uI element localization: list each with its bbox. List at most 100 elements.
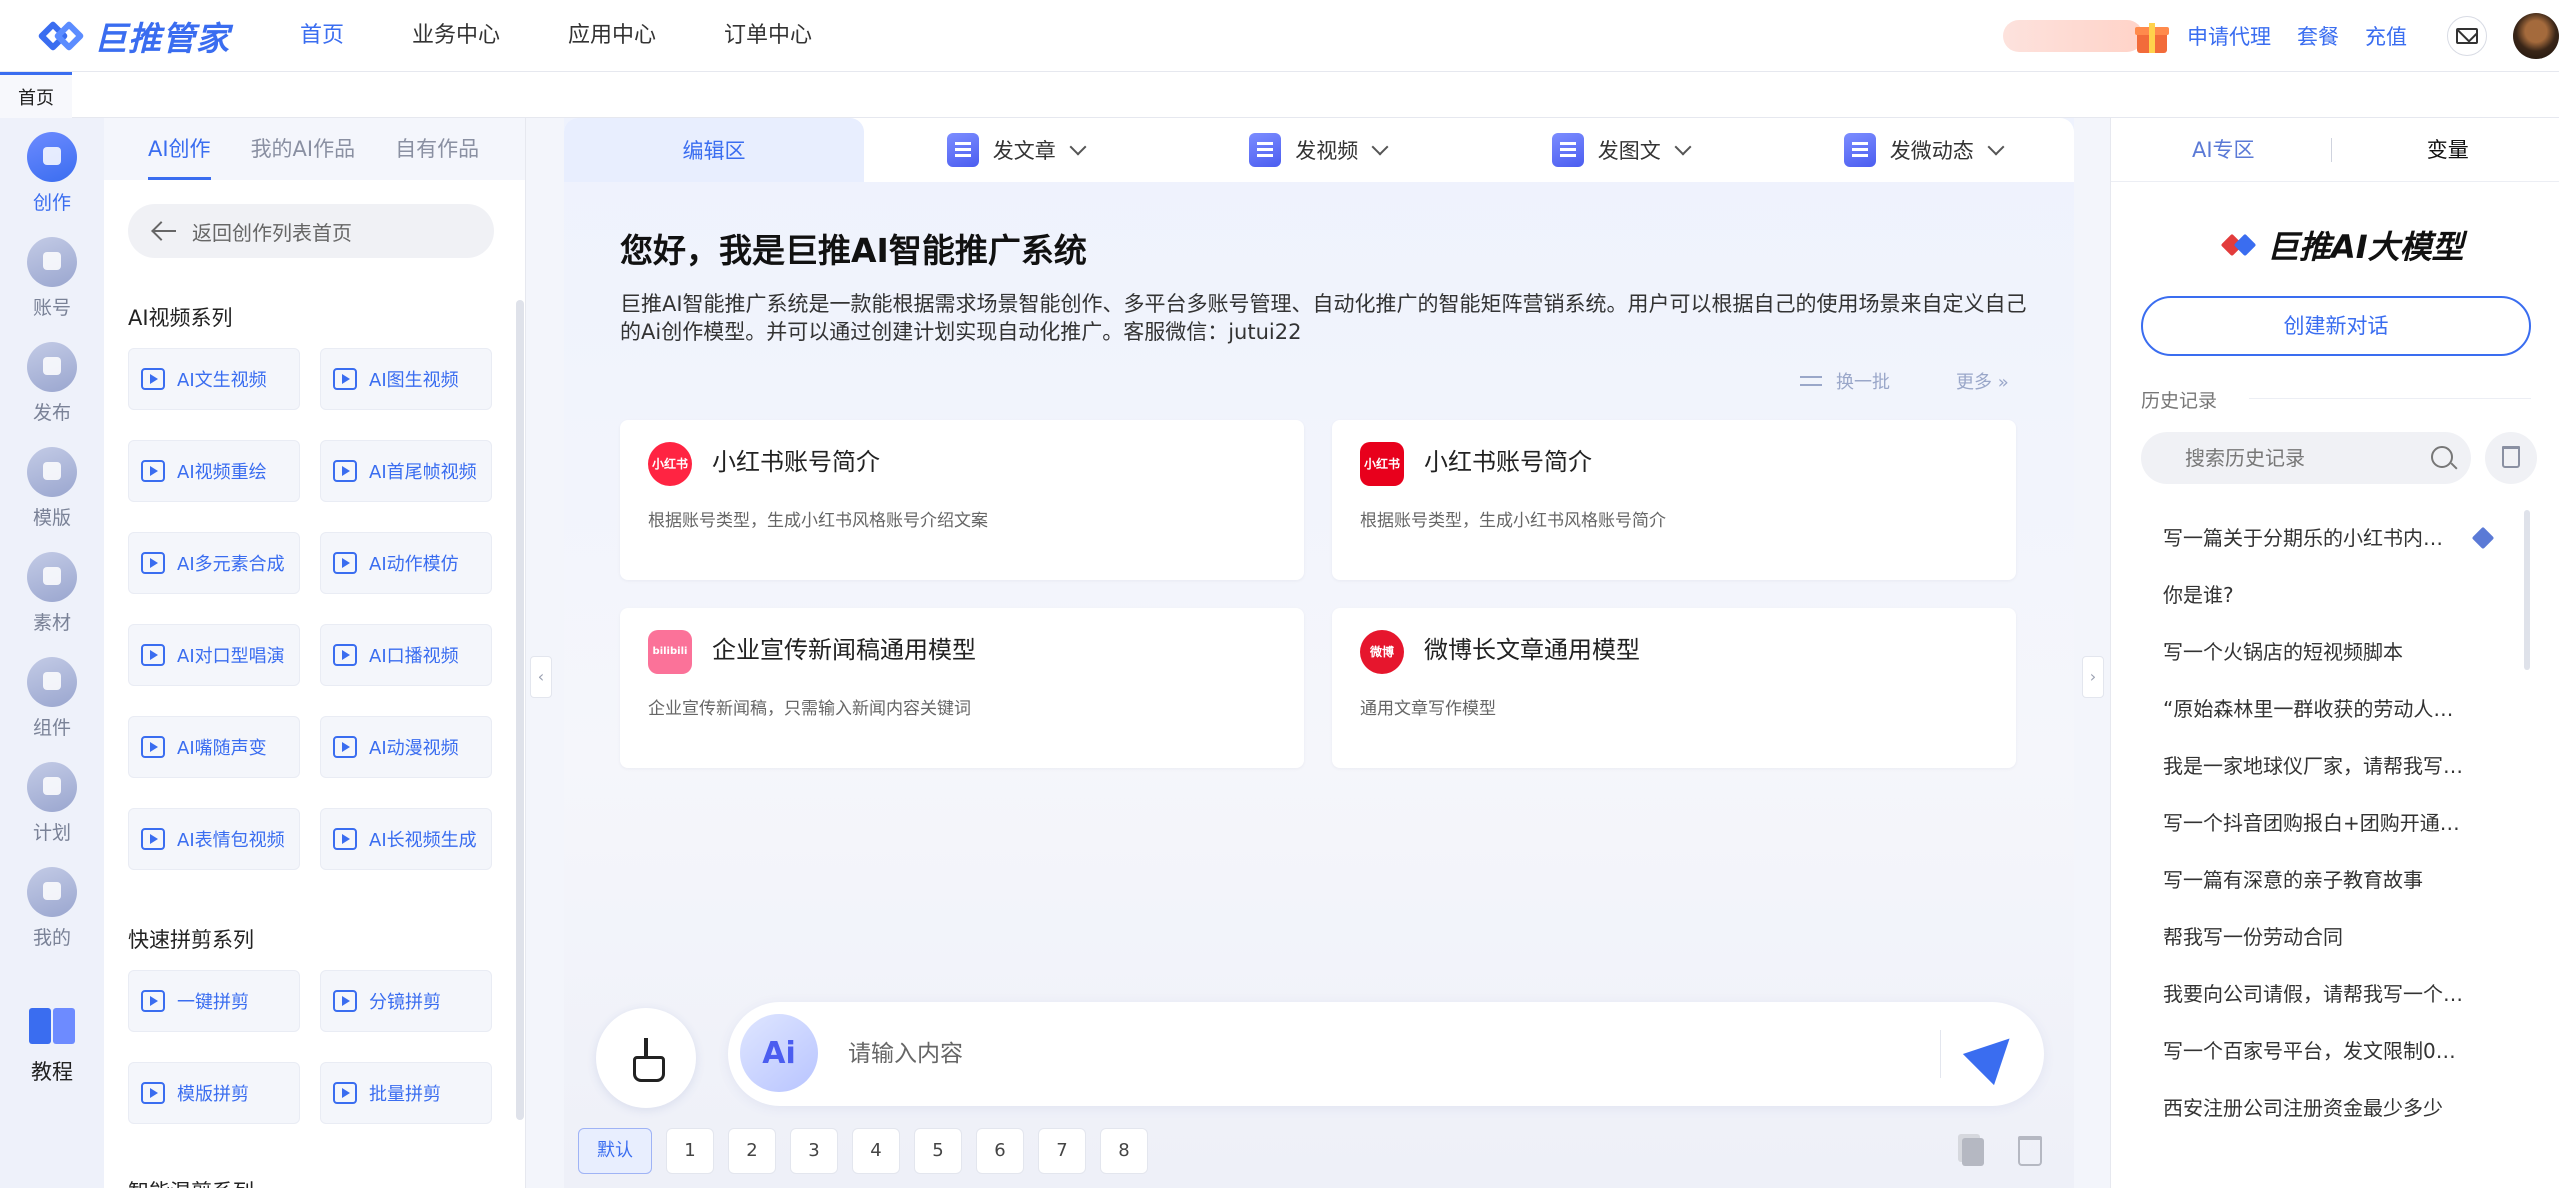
publish-micro-post-menu[interactable]: 发微动态: [1772, 118, 2075, 182]
model-card[interactable]: 微博 微博长文章通用模型 通用文章写作模型: [1332, 608, 2016, 768]
collapse-right-handle[interactable]: ›: [2082, 656, 2104, 698]
tab-my-ai-works[interactable]: 我的AI作品: [251, 118, 356, 180]
page-8[interactable]: 8: [1100, 1128, 1148, 1174]
rail-item-component[interactable]: 组件: [0, 643, 104, 743]
history-item[interactable]: 西安注册公司注册资金最少多少: [2111, 1080, 2531, 1137]
history-item[interactable]: “原始森林里一群收获的劳动人民…: [2111, 681, 2531, 738]
feature-storyboard-cut[interactable]: 分镜拼剪: [320, 970, 492, 1032]
history-item[interactable]: 帮我写一份劳动合同: [2111, 909, 2531, 966]
rail-item-create[interactable]: 创作: [0, 118, 104, 218]
page-7[interactable]: 7: [1038, 1128, 1086, 1174]
history-item[interactable]: 我是一家地球仪厂家，请帮我写三…: [2111, 738, 2531, 795]
create-panel-tabs: AI创作 我的AI作品 自有作品: [104, 118, 525, 180]
mail-icon[interactable]: [2447, 16, 2487, 56]
publish-article-menu[interactable]: 发文章: [864, 118, 1167, 182]
clear-history-button[interactable]: [2485, 432, 2537, 484]
feature-first-last-frame[interactable]: AI首尾帧视频: [320, 440, 492, 502]
model-card[interactable]: 小红书 小红书账号简介 根据账号类型，生成小红书风格账号介绍文案: [620, 420, 1304, 580]
arrow-left-icon: [152, 221, 176, 241]
nav-business-center[interactable]: 业务中心: [412, 0, 538, 72]
feature-template-cut[interactable]: 模版拼剪: [128, 1062, 300, 1124]
left-panel-scrollbar[interactable]: [516, 300, 524, 1120]
rail-item-material[interactable]: 素材: [0, 538, 104, 638]
feature-lip-sync[interactable]: AI对口型唱演: [128, 624, 300, 686]
rail-item-template[interactable]: 模版: [0, 433, 104, 533]
tab-own-works[interactable]: 自有作品: [395, 118, 479, 180]
feature-label: AI嘴随声变: [177, 738, 267, 759]
feature-batch-cut[interactable]: 批量拼剪: [320, 1062, 492, 1124]
rail-item-plan[interactable]: 计划: [0, 748, 104, 848]
system-description: 巨推AI智能推广系统是一款能根据需求场景智能创作、多平台多账号管理、自动化推广的…: [620, 292, 2027, 344]
feature-mouth-follow-voice[interactable]: AI嘴随声变: [128, 716, 300, 778]
page-3[interactable]: 3: [790, 1128, 838, 1174]
tab-variables[interactable]: 变量: [2336, 118, 2559, 181]
history-item[interactable]: 写一篇有深意的亲子教育故事: [2111, 852, 2531, 909]
prompt-input[interactable]: [848, 1032, 1908, 1076]
nav-home[interactable]: 首页: [300, 0, 382, 72]
tab-ai-zone[interactable]: AI专区: [2111, 118, 2336, 181]
send-icon[interactable]: [1962, 1022, 2026, 1086]
recharge-link[interactable]: 充值: [2365, 21, 2407, 51]
plans-link[interactable]: 套餐: [2297, 21, 2339, 51]
promo-banner[interactable]: [2003, 20, 2143, 52]
history-scrollbar[interactable]: [2524, 510, 2530, 670]
history-item[interactable]: 写一个抖音团购报白+团购开通的…: [2111, 795, 2531, 852]
history-item[interactable]: 写一个火锅店的短视频脚本: [2111, 624, 2531, 681]
feature-label: AI视频重绘: [177, 462, 267, 483]
more-link[interactable]: 更多 »: [1956, 368, 2009, 394]
rail-item-publish[interactable]: 发布: [0, 328, 104, 428]
clear-tool-button[interactable]: [596, 1008, 696, 1108]
trash-icon[interactable]: [2018, 1136, 2042, 1166]
feature-video-redraw[interactable]: AI视频重绘: [128, 440, 300, 502]
publish-image-text-menu[interactable]: 发图文: [1469, 118, 1772, 182]
history-text: 我是一家地球仪厂家，请帮我写三…: [2163, 754, 2463, 778]
feature-motion-imitation[interactable]: AI动作模仿: [320, 532, 492, 594]
model-card[interactable]: 小红书 小红书账号简介 根据账号类型，生成小红书风格账号简介: [1332, 420, 2016, 580]
nav-app-center[interactable]: 应用中心: [568, 0, 694, 72]
collapse-left-handle[interactable]: ‹: [530, 656, 552, 698]
tab-ai-create[interactable]: AI创作: [148, 118, 211, 180]
app-logo[interactable]: 巨推管家: [37, 16, 230, 58]
apply-agent-link[interactable]: 申请代理: [2187, 21, 2271, 51]
model-card[interactable]: bilibili 企业宣传新闻稿通用模型 企业宣传新闻稿，只需输入新闻内容关键词: [620, 608, 1304, 768]
history-item[interactable]: 你是谁?: [2111, 567, 2531, 624]
film-icon: [141, 644, 165, 666]
history-search-input[interactable]: [2185, 440, 2405, 476]
refresh-batch-button[interactable]: 换一批: [1800, 368, 1890, 394]
rail-item-mine[interactable]: 我的: [0, 853, 104, 953]
pin-icon[interactable]: [2471, 526, 2495, 550]
avatar[interactable]: [2513, 13, 2559, 59]
feature-image-to-video[interactable]: AI图生视频: [320, 348, 492, 410]
gift-icon[interactable]: [2133, 17, 2171, 55]
feature-text-to-video[interactable]: AI文生视频: [128, 348, 300, 410]
page-2[interactable]: 2: [728, 1128, 776, 1174]
feature-multi-element[interactable]: AI多元素合成: [128, 532, 300, 594]
page-6[interactable]: 6: [976, 1128, 1024, 1174]
chevron-down-icon: [1069, 138, 1087, 156]
user-icon: [27, 867, 77, 917]
page-5[interactable]: 5: [914, 1128, 962, 1174]
page-default[interactable]: 默认: [578, 1128, 652, 1174]
history-item[interactable]: 写一篇关于分期乐的小红书内…: [2111, 510, 2531, 567]
copy-icon[interactable]: [1962, 1138, 1984, 1166]
page-1[interactable]: 1: [666, 1128, 714, 1174]
feature-emoji-video[interactable]: AI表情包视频: [128, 808, 300, 870]
feature-long-video[interactable]: AI长视频生成: [320, 808, 492, 870]
publish-video-menu[interactable]: 发视频: [1167, 118, 1470, 182]
feature-talking-video[interactable]: AI口播视频: [320, 624, 492, 686]
history-item[interactable]: 我要向公司请假，请帮我写一个病…: [2111, 966, 2531, 1023]
page-tab-home[interactable]: 首页: [0, 72, 72, 118]
history-item[interactable]: 写一个百家号平台，发文限制0篇…: [2111, 1023, 2531, 1080]
tab-edit-area[interactable]: 编辑区: [564, 118, 864, 182]
page-4[interactable]: 4: [852, 1128, 900, 1174]
rail-item-tutorial[interactable]: 教程: [0, 998, 104, 1086]
quick-series-title: 快速拼剪系列: [128, 928, 254, 952]
new-chat-button[interactable]: 创建新对话: [2141, 296, 2531, 356]
nav-order-center[interactable]: 订单中心: [724, 0, 850, 72]
back-to-list-button[interactable]: 返回创作列表首页: [128, 204, 494, 258]
feature-anime-video[interactable]: AI动漫视频: [320, 716, 492, 778]
history-text: 我要向公司请假，请帮我写一个病…: [2163, 982, 2463, 1006]
search-icon[interactable]: [2431, 446, 2453, 468]
rail-item-account[interactable]: 账号: [0, 223, 104, 323]
feature-one-click-cut[interactable]: 一键拼剪: [128, 970, 300, 1032]
